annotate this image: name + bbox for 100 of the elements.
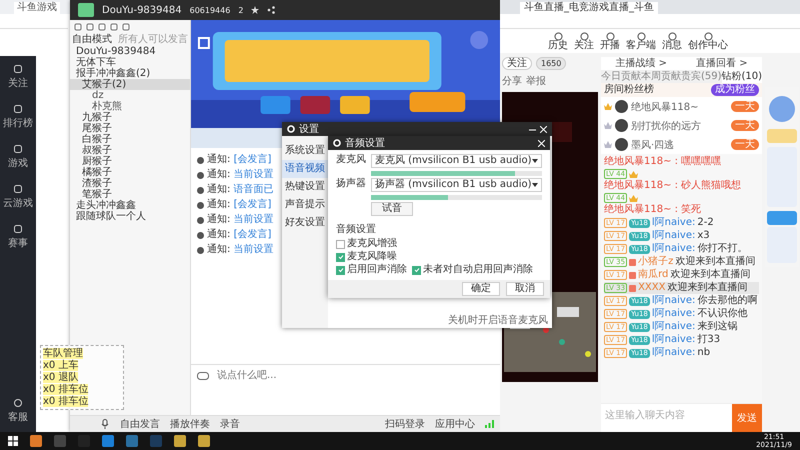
nav-item[interactable]: 排行榜 — [3, 104, 33, 130]
channel-item[interactable]: 跟随球队一个人 — [70, 211, 190, 222]
nav-item[interactable]: 关注 — [8, 64, 28, 90]
volume-slider[interactable] — [371, 171, 542, 176]
user-name[interactable]: l阿naive: — [652, 230, 696, 242]
chat-message: 绝地风暴118~ : 笑死 — [604, 204, 702, 216]
channel-item[interactable]: 报手冲冲鑫鑫(2) — [70, 68, 190, 79]
nav-item[interactable]: 赛事 — [8, 224, 28, 250]
nav-item[interactable]: 开播 — [600, 32, 620, 50]
subchannel-item[interactable]: 尾猴子 — [70, 123, 190, 134]
dialog-button[interactable]: 取消 — [506, 282, 544, 296]
settings-menu-item[interactable]: 热键设置 — [282, 178, 328, 196]
status-button[interactable]: 应用中心 — [435, 417, 475, 431]
device-select[interactable]: 扬声器 (mvsilicon B1 usb audio) — [371, 178, 542, 192]
chat-message: 绝地风暴118~ : 嘿嘿嘿嘿 — [604, 156, 722, 168]
subchannel-item[interactable]: 叔猴子 — [70, 145, 190, 156]
windows-icon[interactable] — [8, 436, 18, 446]
rank-tab[interactable]: 钻粉(10) — [722, 70, 762, 83]
checkbox[interactable]: 麦克风增强 — [336, 238, 542, 250]
channel-item[interactable]: DouYu-9839484 — [70, 46, 190, 57]
user-name[interactable]: l阿naive: — [652, 295, 696, 307]
queue-row: x0 排车位 — [43, 396, 88, 407]
rank-link[interactable]: 主播战绩 > — [615, 57, 668, 70]
user-item[interactable]: 朴克熊 — [70, 101, 190, 112]
test-button[interactable]: 试音 — [371, 202, 413, 216]
share-icon[interactable] — [267, 6, 276, 14]
subchannel-item[interactable]: 厨猴子 — [70, 156, 190, 167]
queue-row: x0 上车 — [43, 360, 78, 371]
settings-menu-item[interactable]: 声音提示 — [282, 196, 328, 214]
fan-button[interactable]: 成为粉丝 — [711, 84, 760, 96]
dialog-button[interactable]: 确定 — [462, 282, 500, 296]
circle-icon — [636, 32, 646, 40]
status-button[interactable]: 扫码登录 — [385, 417, 425, 431]
browser-tab[interactable]: 斗鱼直播_电竞游戏直播_斗鱼 — [520, 2, 658, 14]
fan-badge: 一天 — [731, 139, 760, 150]
settings-menu-item[interactable]: 好友设置 — [282, 214, 328, 232]
follow-button[interactable]: 关注 — [502, 57, 532, 70]
subchannel-item[interactable]: 渣猴子 — [70, 178, 190, 189]
settings-menu-item[interactable]: 语音视频 — [282, 160, 328, 178]
notice-line: 通知: 当前设置 — [207, 244, 274, 256]
mode-select[interactable]: 自由模式 — [72, 34, 112, 46]
subchannel-item[interactable]: 艾猴子(2) — [70, 79, 190, 90]
toolbar-button[interactable]: 录音 — [220, 417, 240, 431]
crown-icon — [604, 122, 612, 129]
close-icon[interactable] — [538, 140, 545, 146]
nav-item[interactable]: 游戏 — [8, 144, 28, 170]
user-name[interactable]: l阿naive: — [652, 217, 696, 229]
browser-tab[interactable]: 斗鱼游戏 — [14, 2, 60, 14]
chat-message: 你打不打。 — [697, 243, 748, 255]
toolbar-button[interactable]: 播放伴奏 — [170, 417, 210, 431]
nav-item[interactable]: 关注 — [574, 32, 594, 50]
close-icon[interactable] — [540, 126, 547, 132]
report-link[interactable]: 举报 — [526, 74, 546, 88]
user-name[interactable]: l阿naive: — [652, 308, 696, 320]
device-label: 麦克风 — [336, 154, 366, 166]
chat-message: 欢迎来到本直播间 — [670, 269, 750, 281]
room-id: 60619446 — [190, 6, 230, 14]
volume-slider[interactable] — [371, 195, 542, 200]
nav-item[interactable]: 创作中心 — [688, 32, 728, 50]
circle-icon — [606, 32, 614, 40]
circle-icon — [580, 32, 588, 40]
checkbox[interactable]: 启用回声消除 — [336, 264, 407, 276]
chat-message: 你去那他的啊 — [697, 295, 758, 307]
app-icon[interactable] — [198, 435, 210, 447]
nav-item[interactable]: 云游戏 — [3, 184, 33, 210]
user-name[interactable]: l阿naive: — [652, 347, 696, 359]
channel-item[interactable]: 走头冲冲鑫鑫 — [70, 200, 190, 211]
settings-menu-item[interactable]: 系统设置 — [282, 142, 328, 160]
square-icon — [13, 224, 23, 234]
nav-item[interactable]: 客户端 — [626, 32, 656, 50]
notice-line: 通知: 语音面已 — [207, 184, 274, 196]
microphone-icon[interactable] — [100, 419, 110, 429]
app-icon[interactable] — [174, 435, 186, 447]
message-input[interactable]: 说点什么吧... — [215, 369, 369, 382]
checkmark-icon — [338, 254, 344, 260]
channel-item[interactable]: 无体下车 — [70, 57, 190, 68]
device-select[interactable]: 麦克风 (mvsilicon B1 usb audio) — [371, 154, 542, 168]
notice-line: 通知: [会发言] — [207, 154, 272, 166]
star-icon[interactable] — [251, 6, 260, 14]
nav-item[interactable]: 历史 — [548, 32, 568, 50]
subchannel-item[interactable]: 笔猴子 — [70, 189, 190, 200]
nav-item[interactable]: 消息 — [662, 32, 682, 50]
circle-icon — [704, 32, 712, 40]
square-icon — [13, 184, 23, 194]
checkbox[interactable]: 麦克风降噪 — [336, 251, 542, 263]
subchannel-item[interactable]: 橘猴子 — [70, 167, 190, 178]
user-name[interactable]: l阿naive: — [652, 334, 696, 346]
checkbox[interactable]: 未者对自动启用回声消除 — [412, 264, 533, 276]
toolbar-button[interactable]: 自由发言 — [120, 417, 160, 431]
subchannel-item[interactable]: 白猴子 — [70, 134, 190, 145]
user-item[interactable]: dz — [70, 90, 190, 101]
share-link[interactable]: 分享 — [502, 74, 522, 88]
user-name[interactable]: l阿naive: — [652, 243, 696, 255]
support-item[interactable]: 客服 — [8, 398, 28, 424]
subchannel-item[interactable]: 九猴子 — [70, 112, 190, 123]
user-name[interactable]: l阿naive: — [652, 321, 696, 333]
app-icon[interactable] — [30, 435, 42, 447]
avatar-icon — [615, 119, 628, 132]
rank-link[interactable]: 直播回看 > — [696, 57, 748, 70]
chat-message: x3 — [697, 230, 710, 242]
